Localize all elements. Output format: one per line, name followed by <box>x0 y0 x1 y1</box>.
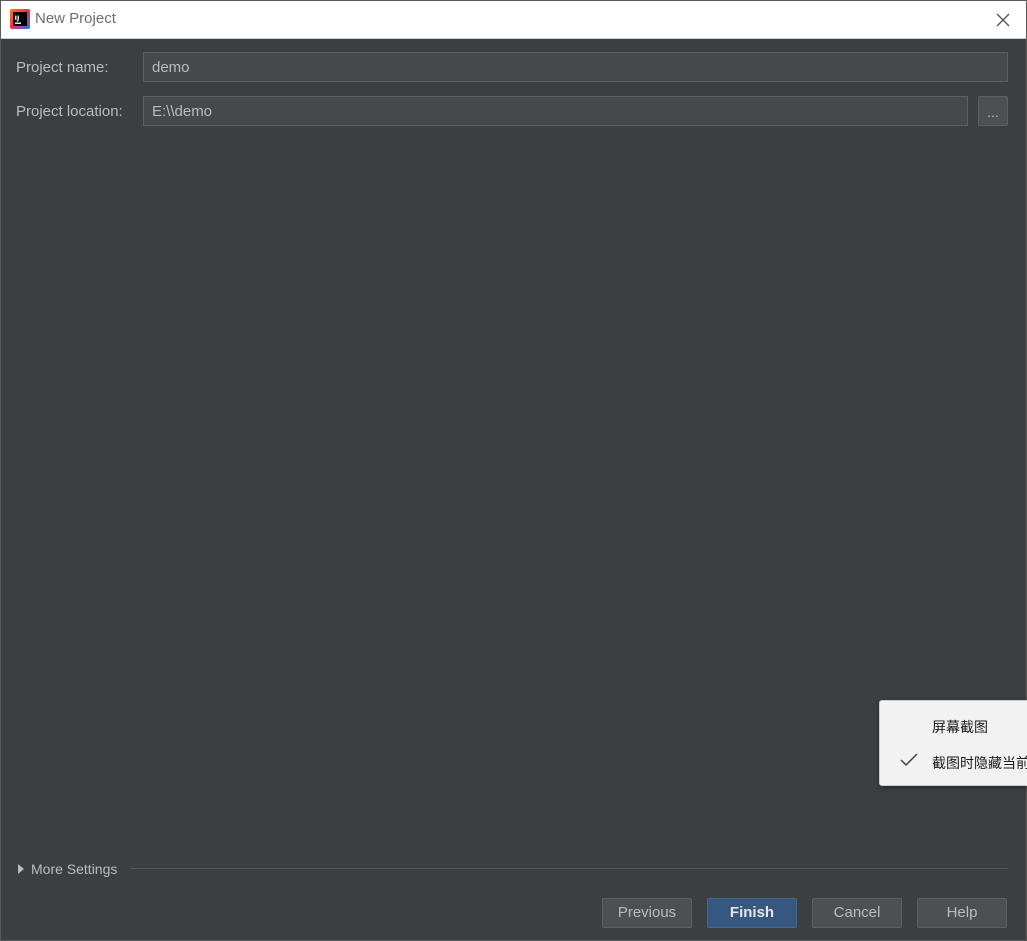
menu-item-hide-window[interactable]: 截图时隐藏当前 <box>932 753 1027 773</box>
title-bar: IJ New Project <box>1 1 1026 39</box>
project-name-label: Project name: <box>16 59 109 76</box>
project-name-input[interactable] <box>143 52 1008 82</box>
more-settings-divider <box>131 868 1008 869</box>
checkmark-icon <box>900 753 918 767</box>
triangle-right-icon <box>18 864 24 874</box>
project-location-label: Project location: <box>16 103 123 120</box>
more-settings-label: More Settings <box>31 861 118 877</box>
cancel-button[interactable]: Cancel <box>812 898 902 928</box>
svg-text:IJ: IJ <box>15 14 20 22</box>
help-button[interactable]: Help <box>917 898 1007 928</box>
screenshot-context-menu: 屏幕截图 截图时隐藏当前 <box>879 700 1027 786</box>
close-icon[interactable] <box>990 7 1016 33</box>
project-location-input[interactable] <box>143 96 968 126</box>
new-project-dialog: IJ New Project Project name: Project loc… <box>0 0 1027 941</box>
finish-button[interactable]: Finish <box>707 898 797 928</box>
window-title: New Project <box>35 10 116 27</box>
menu-item-screenshot[interactable]: 屏幕截图 <box>932 717 988 737</box>
intellij-idea-icon: IJ <box>10 9 30 29</box>
previous-button[interactable]: Previous <box>602 898 692 928</box>
browse-location-button[interactable]: ... <box>978 96 1008 126</box>
